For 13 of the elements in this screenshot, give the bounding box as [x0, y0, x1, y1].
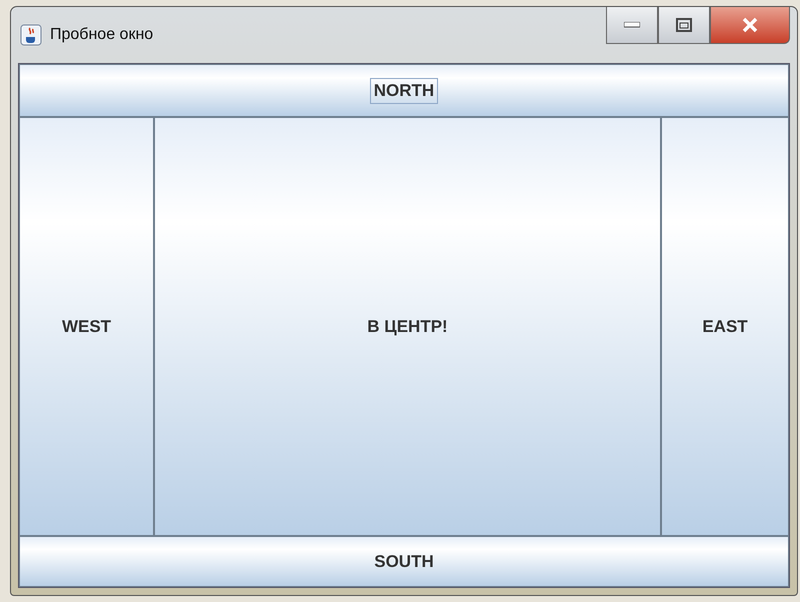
close-button[interactable]	[710, 7, 790, 44]
west-button[interactable]: WEST	[19, 117, 154, 536]
java-cup-icon	[20, 24, 42, 46]
minimize-button[interactable]	[606, 7, 658, 44]
window-title: Пробное окно	[50, 26, 154, 44]
center-button[interactable]: В ЦЕНТР!	[154, 117, 661, 536]
south-button[interactable]: SOUTH	[19, 536, 789, 587]
north-button[interactable]: NORTH	[19, 64, 789, 117]
maximize-icon	[676, 18, 692, 32]
minimize-icon	[624, 22, 640, 28]
maximize-button[interactable]	[658, 7, 710, 44]
east-button[interactable]: EAST	[661, 117, 789, 536]
close-icon	[741, 17, 759, 33]
